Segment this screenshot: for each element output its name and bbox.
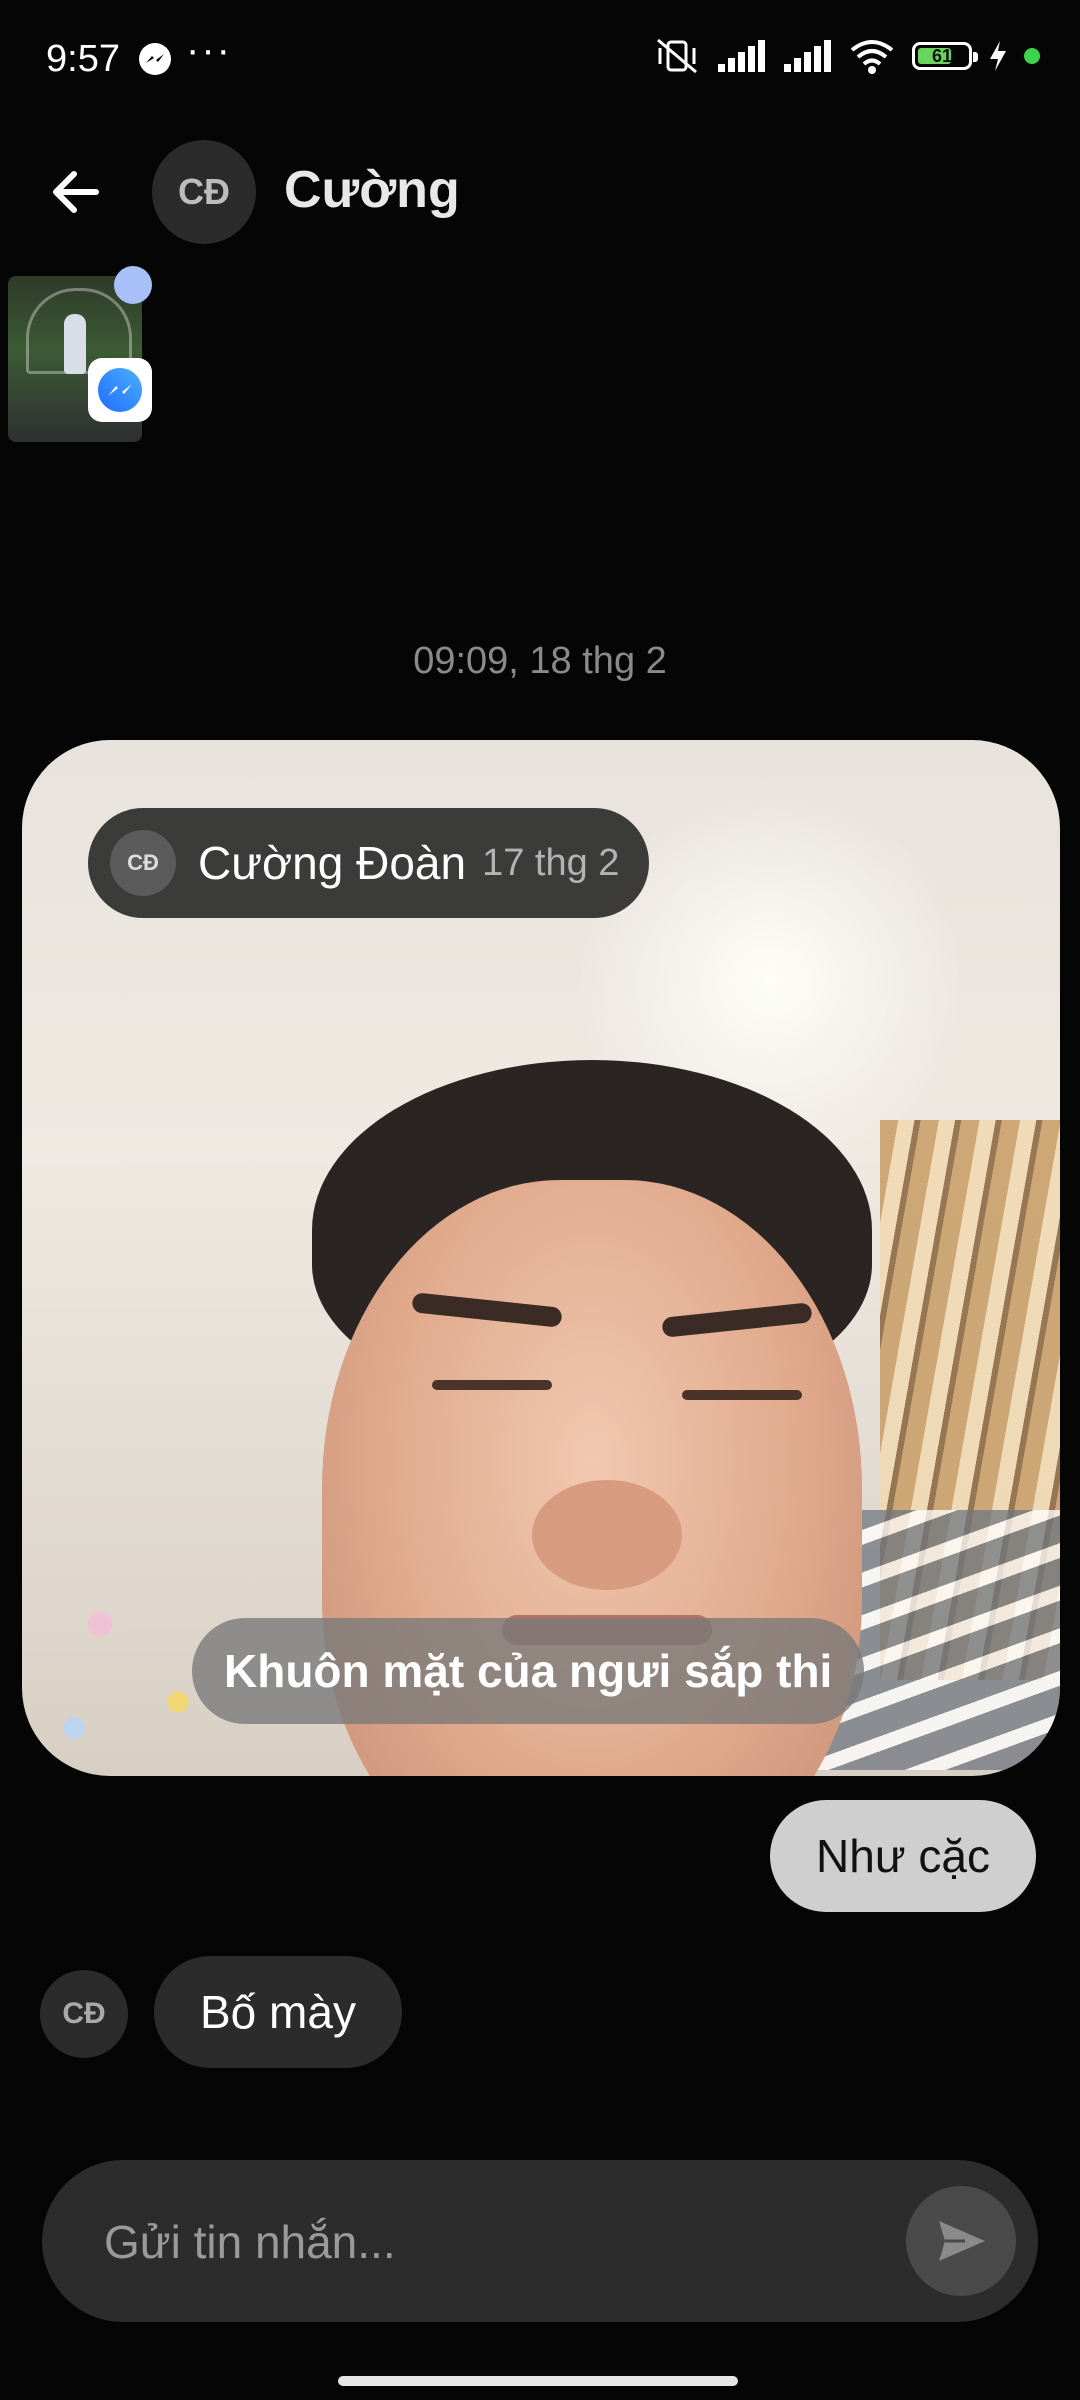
battery-icon: 61 [912,42,978,70]
back-arrow-icon[interactable] [44,160,108,224]
sender-avatar: CĐ [110,830,176,896]
incoming-avatar[interactable]: CĐ [40,1970,128,2058]
charging-icon [990,41,1006,71]
messenger-badge-icon [88,358,152,422]
more-dots-icon: ··· [186,28,232,72]
photo-caption: Khuôn mặt của ngưi sắp thi [192,1618,865,1724]
notification-dot [114,266,152,304]
signal-icon [718,40,765,72]
status-right: 61 [654,36,1040,76]
signal-icon [784,40,831,72]
sender-pill[interactable]: CĐ Cường Đoàn 17 thg 2 [88,808,650,918]
status-time: 9:57 [46,38,120,80]
messenger-icon [98,368,142,412]
battery-level: 61 [931,45,953,66]
messenger-icon [139,43,171,75]
wifi-icon [850,40,894,74]
status-dot-icon [1024,48,1040,64]
status-bar: 9:57 ··· 61 [0,0,1080,120]
contact-name[interactable]: Cường [284,160,460,220]
vibrate-off-icon [657,38,697,74]
contact-avatar[interactable]: CĐ [152,140,256,244]
send-icon [939,2221,985,2261]
home-indicator[interactable] [338,2376,738,2386]
incoming-message-bubble[interactable]: Bố mày [154,1956,402,2068]
photo-message[interactable]: CĐ Cường Đoàn 17 thg 2 Khuôn mặt của ngư… [22,740,1060,1776]
send-button[interactable] [906,2186,1016,2296]
conversation-timestamp: 09:09, 18 thg 2 [413,640,667,682]
sender-name: Cường Đoàn [198,837,467,889]
message-composer [42,2160,1038,2324]
message-input[interactable] [102,2160,886,2324]
sender-date: 17 thg 2 [482,841,620,884]
outgoing-message-bubble[interactable]: Như cặc [770,1800,1036,1912]
